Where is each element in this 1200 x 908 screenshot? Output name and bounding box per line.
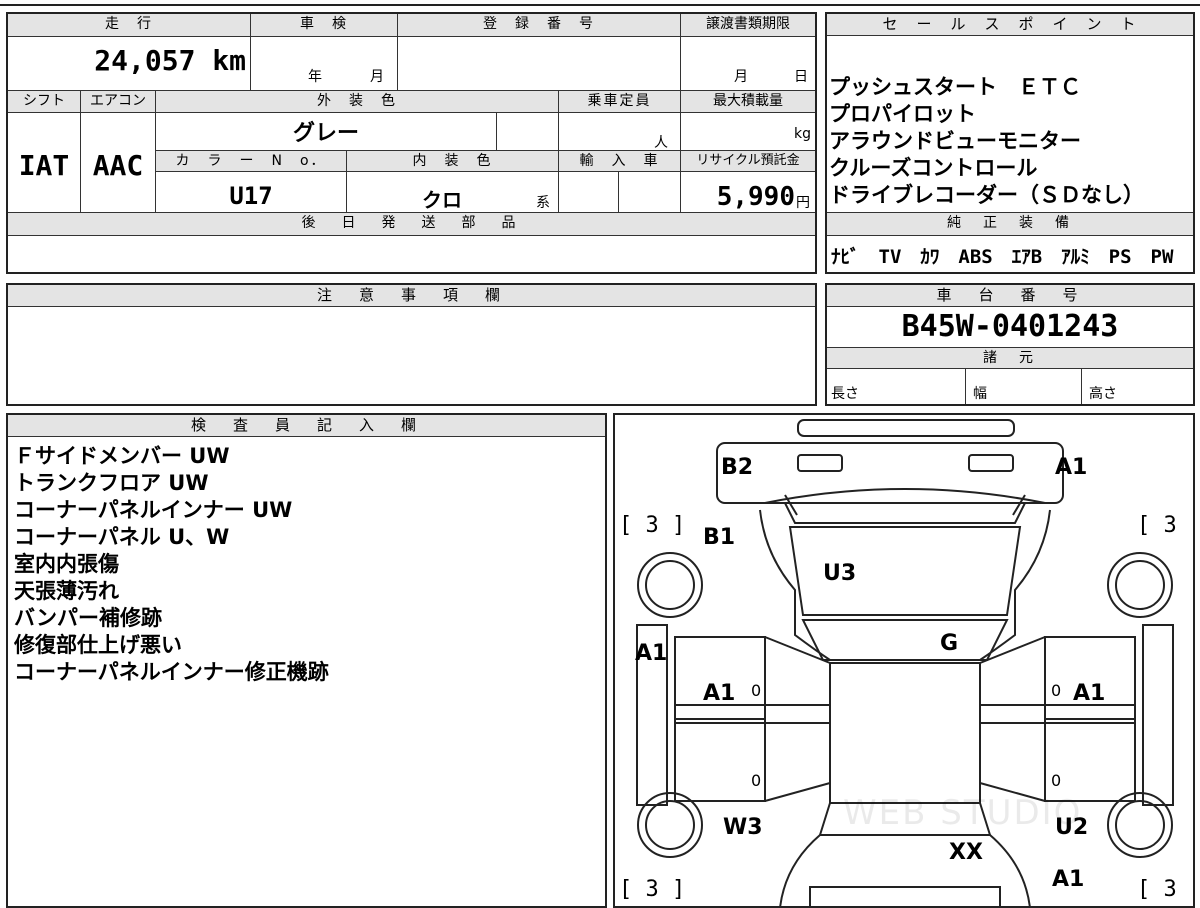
inspector-note: 天張薄汚れ [14, 579, 119, 603]
inspector-note: トランクフロア UW [14, 471, 209, 495]
tire-tread-label: [ 3 ] [619, 877, 686, 902]
damage-label: W3 [723, 815, 763, 840]
tire-tread-label: [ 3 ] [1137, 877, 1193, 902]
notes-box: 注 意 事 項 欄 [6, 283, 817, 406]
sales-points-list: プッシュスタート ＥＴＣ プロパイロット アラウンドビューモニター クルーズコン… [829, 74, 1189, 209]
tire-tread-label: [ 3 ] [619, 513, 686, 538]
zero-marker: 0 [1051, 681, 1062, 700]
inspector-note: コーナーパネルインナー UW [14, 498, 293, 522]
vehicle-diagram: B2 A1 B1 U3 G A1 A1 A1 A1 W3 U2 XX [ 3 ]… [613, 413, 1195, 908]
sales-points-header: セ ー ル ス ポ イ ン ト [827, 14, 1193, 36]
top-strip [0, 0, 1200, 6]
shift-header: シフト [8, 91, 80, 112]
chassis-box: 車 台 番 号 B45W-0401243 諸 元 長さ 幅 高さ [825, 283, 1195, 406]
ac-header: エアコン [81, 91, 155, 112]
mileage-value: 24,057 km [94, 44, 246, 77]
inspector-notes-list: Ｆサイドメンバー UW トランクフロア UW コーナーパネルインナー UW コー… [14, 443, 604, 686]
sales-point: プロパイロット [829, 102, 976, 126]
shift-value: IAT [18, 149, 70, 182]
ext-color-value: グレー [292, 121, 359, 146]
vehicle-info-table: 走 行 車 検 登 録 番 号 譲渡書類期限 24,057 km 年 月 月 日… [6, 12, 817, 274]
transfer-month: 月 [734, 69, 748, 85]
int-color-header: 内 装 色 [347, 151, 558, 171]
damage-label: A1 [1052, 867, 1085, 892]
recycle-value: 5,990 [716, 182, 795, 212]
genuine-equipment-header: 純 正 装 備 [827, 213, 1193, 235]
sales-point: クルーズコントロール [829, 156, 1038, 180]
sales-point: ドライブレコーダー（ＳＤなし） [829, 183, 1144, 207]
inspector-notes-header: 検 査 員 記 入 欄 [8, 415, 605, 437]
int-color-suffix: 系 [536, 195, 550, 211]
inspector-note: 修復部仕上げ悪い [14, 633, 182, 657]
max-load-header: 最大積載量 [681, 91, 815, 112]
inspector-note: Ｆサイドメンバー UW [14, 444, 230, 468]
zero-marker: 0 [751, 771, 762, 790]
shaken-header: 車 検 [251, 14, 397, 36]
sales-point: プッシュスタート ＥＴＣ [829, 75, 1081, 99]
later-parts-header: 後 日 発 送 部 品 [8, 213, 815, 235]
damage-label: B2 [721, 455, 754, 480]
car-outline-diagram [636, 419, 1174, 906]
inspector-note: 室内内張傷 [14, 552, 119, 576]
inspector-note: バンパー補修跡 [14, 606, 163, 630]
spec-width-label: 幅 [973, 386, 987, 402]
damage-label: U3 [823, 561, 857, 586]
chassis-header: 車 台 番 号 [827, 285, 1193, 307]
damage-label: A1 [1055, 455, 1088, 480]
genuine-equipment-value: ﾅﾋﾞ TV ｶﾜ ABS ｴｱB ｱﾙﾐ PS PW [831, 246, 1174, 268]
zero-marker: 0 [751, 681, 762, 700]
shaken-year: 年 [308, 69, 322, 85]
damage-label: XX [949, 840, 983, 865]
recycle-header: リサイクル預託金 [681, 151, 815, 171]
damage-label: G [940, 631, 959, 656]
damage-label: A1 [1073, 681, 1106, 706]
color-no-value: U17 [229, 182, 273, 210]
sales-points-box: セ ー ル ス ポ イ ン ト プッシュスタート ＥＴＣ プロパイロット アラウ… [825, 12, 1195, 274]
damage-label: B1 [703, 525, 736, 550]
capacity-unit: 人 [654, 135, 668, 151]
recycle-unit: 円 [796, 195, 810, 211]
spec-height-label: 高さ [1089, 386, 1117, 402]
ac-value: AAC [92, 149, 144, 182]
spec-length-label: 長さ [831, 386, 859, 402]
capacity-header: 乗車定員 [559, 91, 680, 112]
damage-label: A1 [703, 681, 736, 706]
color-no-header: カ ラ ー N o． [156, 151, 346, 171]
specs-header: 諸 元 [827, 348, 1193, 368]
registration-header: 登 録 番 号 [398, 14, 680, 36]
int-color-value: クロ [422, 188, 462, 212]
damage-label: A1 [635, 641, 668, 666]
chassis-number: B45W-0401243 [901, 309, 1119, 344]
transfer-header: 譲渡書類期限 [681, 14, 815, 36]
notes-header: 注 意 事 項 欄 [8, 285, 815, 307]
ext-color-header: 外 装 色 [156, 91, 558, 112]
shaken-month: 月 [370, 69, 384, 85]
inspector-note: コーナーパネルインナー修正機跡 [14, 660, 329, 684]
inspector-notes-box: 検 査 員 記 入 欄 Ｆサイドメンバー UW トランクフロア UW コーナーパ… [6, 413, 607, 908]
tire-tread-label: [ 3 ] [1137, 513, 1193, 538]
max-load-unit: kg [794, 126, 811, 142]
inspector-note: コーナーパネル U、W [14, 525, 230, 549]
sales-point: アラウンドビューモニター [829, 129, 1081, 153]
transfer-day: 日 [794, 69, 808, 85]
import-header: 輸 入 車 [559, 151, 680, 171]
mileage-header: 走 行 [8, 14, 250, 36]
watermark: WEB STUDIO [843, 793, 1083, 833]
zero-marker: 0 [1051, 771, 1062, 790]
